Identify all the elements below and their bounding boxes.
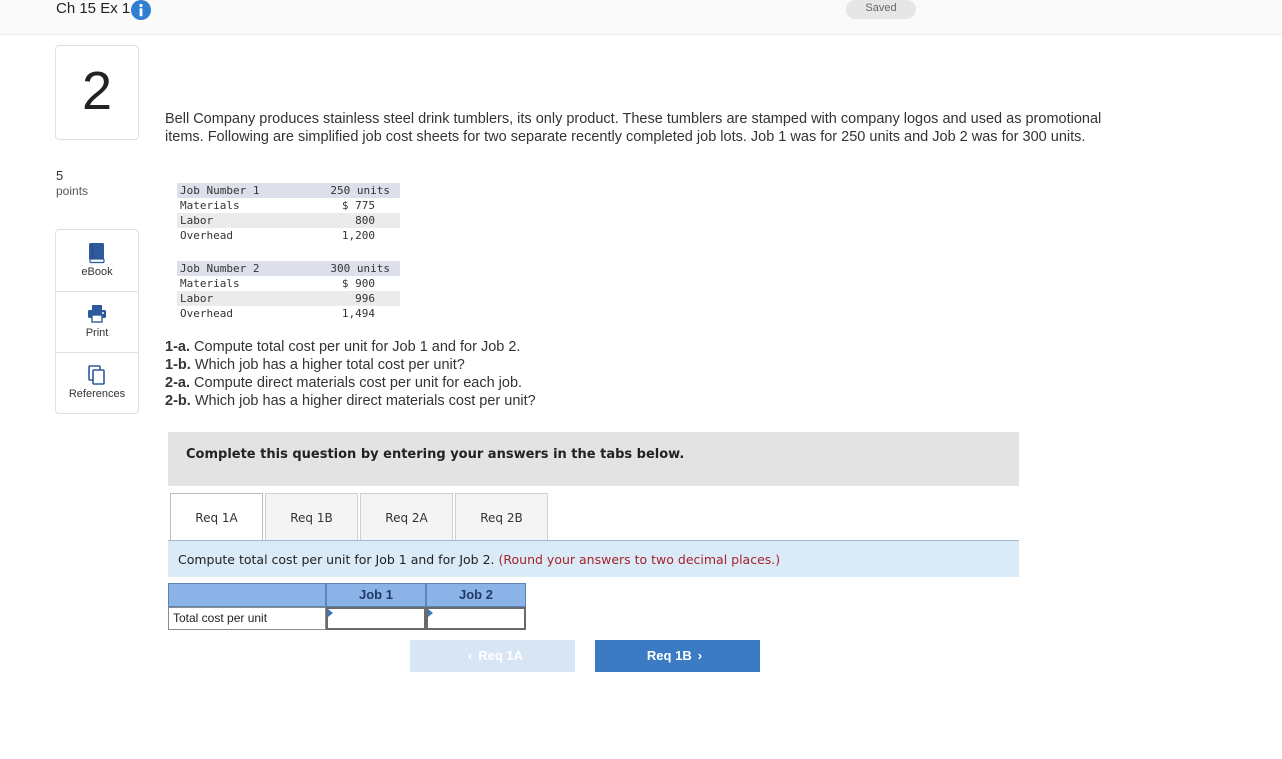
prev-req-button[interactable]: ‹ Req 1A [410,640,575,672]
printer-icon [87,303,107,325]
job2-cost-sheet: Job Number 2 300 units Materials $ 900 L… [177,261,400,321]
info-icon[interactable] [131,0,151,20]
table-row: Labor 996 [177,291,400,306]
question-list: 1-a. Compute total cost per unit for Job… [165,338,536,410]
column-header-job1: Job 1 [326,583,426,607]
ebook-label: eBook [81,266,113,278]
job1-total-cost-input[interactable] [326,607,426,630]
rounding-note: (Round your answers to two decimal place… [498,552,781,567]
list-item: 1-a. Compute total cost per unit for Job… [165,339,521,355]
references-label: References [68,388,126,400]
instruction-box: Complete this question by entering your … [168,432,1019,486]
chevron-left-icon: ‹ [467,648,473,663]
table-header-blank [168,583,326,607]
exercise-title: Ch 15 Ex 1 [56,0,131,17]
references-button[interactable]: References [56,352,138,413]
top-bar: Ch 15 Ex 1 Saved [0,0,1282,35]
chevron-right-icon: › [697,648,703,663]
table-row: Labor 800 [177,213,400,228]
input-flag-icon [428,609,433,617]
references-icon [87,364,107,386]
saved-status-badge: Saved [846,0,916,19]
list-item: 1-b. Which job has a higher total cost p… [165,357,465,373]
table-row: Overhead 1,200 [180,229,375,242]
prompt-box: Compute total cost per unit for Job 1 an… [168,541,1019,577]
tab-req-1a[interactable]: Req 1A [170,493,263,541]
table-row: Materials $ 900 [180,277,375,290]
book-icon [87,242,107,264]
job2-total-cost-input[interactable] [426,607,526,630]
print-label: Print [85,327,109,339]
table-row: Job Number 2 300 units [177,261,400,276]
points-value: 5 [56,168,64,183]
instruction-text: Complete this question by entering your … [186,447,685,462]
side-tools-panel: eBook Print References [55,229,139,414]
print-button[interactable]: Print [56,291,138,353]
job1-cost-sheet: Job Number 1 250 units Materials $ 775 L… [177,183,400,243]
column-header-job2: Job 2 [426,583,526,607]
tab-req-2a[interactable]: Req 2A [360,493,453,540]
table-row: Job Number 1 250 units [177,183,400,198]
prompt-text: Compute total cost per unit for Job 1 an… [178,552,781,567]
input-flag-icon [328,609,333,617]
table-row: Materials $ 775 [180,199,375,212]
table-row: Overhead 1,494 [180,307,375,320]
problem-intro-text: Bell Company produces stainless steel dr… [165,111,1102,145]
ebook-button[interactable]: eBook [56,230,138,292]
tab-req-1b[interactable]: Req 1B [265,493,358,540]
tab-req-2b[interactable]: Req 2B [455,493,548,540]
row-label-total-cost-per-unit: Total cost per unit [168,607,326,630]
points-label: points [56,184,89,198]
list-item: 2-b. Which job has a higher direct mater… [165,393,536,409]
list-item: 2-a. Compute direct materials cost per u… [165,375,523,391]
question-number: 2 [81,61,113,121]
question-number-card: 2 [55,45,139,140]
next-req-button[interactable]: Req 1B › [595,640,760,672]
